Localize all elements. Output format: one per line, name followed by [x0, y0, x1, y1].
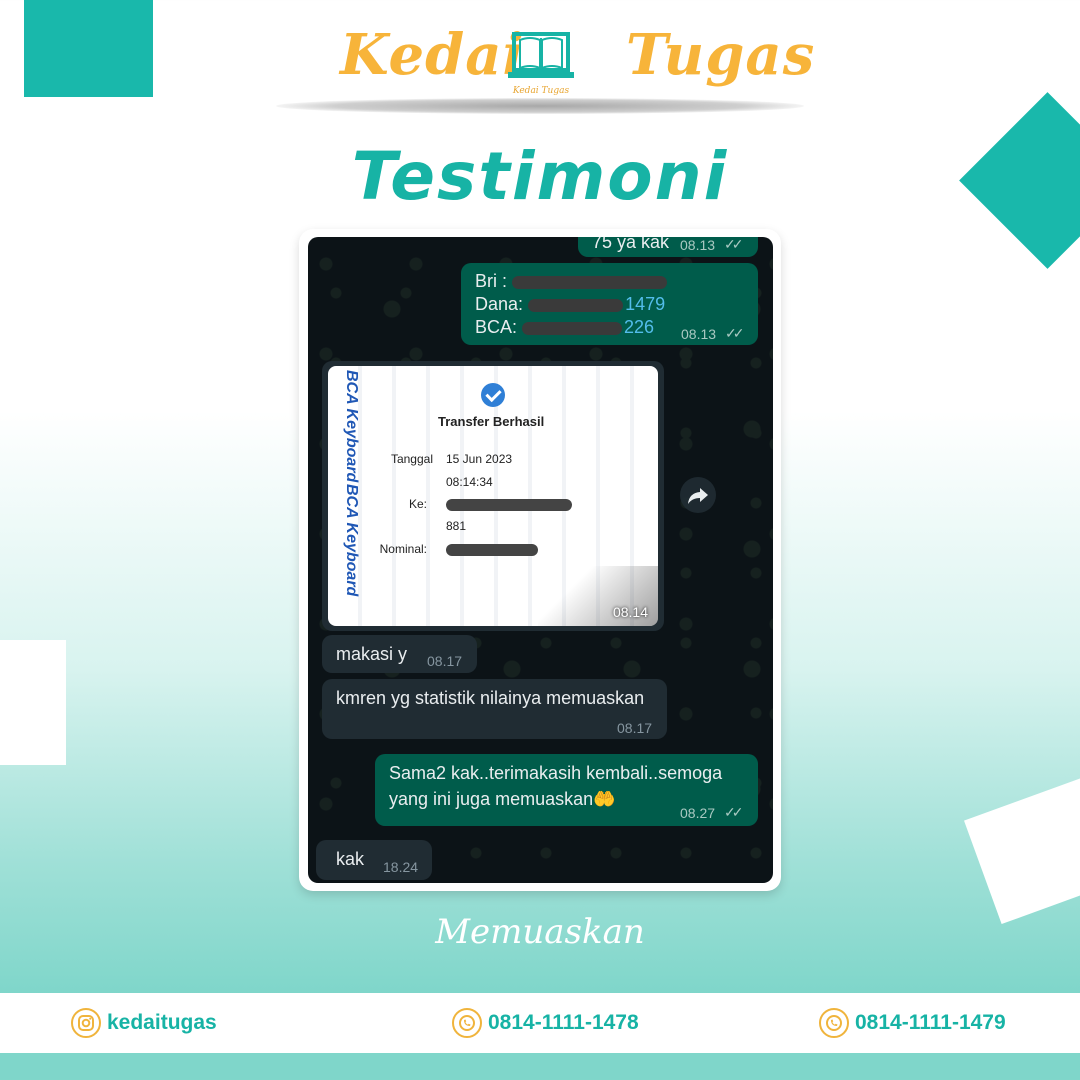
message-bubble-out: Sama2 kak..terimakasih kembali..semoga y…: [375, 754, 758, 826]
whatsapp-icon: [452, 1008, 482, 1038]
message-bubble-in: makasi y 08.17: [322, 635, 477, 673]
brand-word-right: Tugas: [626, 22, 816, 88]
message-text: kak: [336, 849, 365, 869]
brand-header: Kedai Kedai Tugas Tugas: [0, 22, 1080, 102]
receipt-date-label: Tanggal: [390, 452, 433, 466]
page-title: Testimoni: [351, 138, 729, 215]
receipt-to-value: [446, 497, 572, 511]
brand-word-left: Kedai: [340, 22, 525, 88]
receipt-account-value: 881: [446, 519, 466, 533]
whatsapp-icon: [819, 1008, 849, 1038]
decor-white-block: [0, 640, 66, 765]
receipt-to-label: Ke:: [408, 497, 427, 511]
account-prefix: 881: [446, 519, 467, 533]
transfer-receipt-image: BCA Keyboard BCA Keyboard Transfer Berha…: [328, 366, 658, 626]
redacted-amount: [446, 543, 538, 556]
brand-shadow: [276, 98, 804, 114]
message-time: 08.13: [681, 326, 717, 342]
whatsapp-number-1: 0814-1111-1478: [488, 1011, 639, 1034]
receipt-title: Transfer Berhasil: [438, 414, 545, 429]
message-time: 18.24: [383, 859, 419, 875]
message-bubble-in: kmren yg statistik nilainya memuaskan 08…: [322, 679, 667, 739]
forward-icon[interactable]: [680, 477, 716, 513]
message-text: 75 ya kak: [592, 237, 670, 252]
message-time: 08.13: [680, 237, 716, 253]
instagram-link[interactable]: kedaitugas: [71, 1008, 217, 1038]
message-time: 08.17: [427, 653, 463, 669]
logo-caption: Kedai Tugas: [512, 86, 570, 96]
instagram-icon: [71, 1008, 101, 1038]
redacted-recipient: [446, 498, 572, 511]
message-time: 08.27: [680, 805, 716, 821]
payment-line-dana: Dana: 1479: [475, 293, 665, 316]
message-text: makasi y: [336, 644, 408, 664]
instagram-handle: kedaitugas: [107, 1011, 217, 1034]
phone-link[interactable]: 1479: [625, 294, 665, 314]
footer-bar: kedaitugas 0814-1111-1478 0814-1111-1479: [0, 993, 1080, 1053]
whatsapp-link-2[interactable]: 0814-1111-1479: [819, 1008, 1006, 1038]
bca-label: BCA:: [475, 317, 518, 337]
receipt-amount-value: [446, 542, 538, 556]
payment-line-bri: Bri :: [475, 270, 668, 293]
dana-label: Dana:: [475, 294, 524, 314]
receipt-amount-label: Nominal:: [379, 542, 427, 556]
redacted-dana-number: [528, 298, 624, 312]
receipt-time-value: 08:14:34: [446, 475, 493, 489]
payment-line-bca: BCA: 226: [475, 316, 654, 339]
decor-white-tilted-block: [964, 765, 1080, 925]
message-text-line2: yang ini juga memuaskan🤲: [389, 789, 616, 809]
redacted-bri-number: [512, 275, 668, 289]
read-ticks-icon: ✓✓: [724, 237, 744, 252]
message-time: 08.17: [617, 720, 653, 736]
read-ticks-icon: ✓✓: [725, 325, 745, 341]
message-bubble-out: Bri : Dana: 1479 BCA: 226 08.13 ✓✓: [461, 263, 758, 345]
redacted-bca-number: [522, 321, 623, 335]
account-link[interactable]: 226: [624, 317, 654, 337]
whatsapp-number-2: 0814-1111-1479: [855, 1011, 1006, 1034]
caption: Memuaskan: [435, 912, 645, 952]
message-text-line1: Sama2 kak..terimakasih kembali..semoga: [389, 763, 723, 783]
check-circle-icon: [481, 383, 505, 407]
receipt-date-value: 15 Jun 2023: [446, 452, 513, 466]
whatsapp-link-1[interactable]: 0814-1111-1478: [452, 1008, 639, 1038]
image-message[interactable]: BCA Keyboard BCA Keyboard Transfer Berha…: [322, 361, 664, 631]
message-text: kmren yg statistik nilainya memuaskan: [336, 688, 645, 708]
message-bubble-in: kak 18.24: [316, 840, 432, 880]
message-time: 08.14: [612, 604, 648, 620]
message-bubble-out: 75 ya kak 08.13 ✓✓: [578, 237, 758, 257]
read-ticks-icon: ✓✓: [724, 804, 744, 820]
bri-label: Bri :: [475, 271, 508, 291]
chat-screenshot: 75 ya kak 08.13 ✓✓ Bri : Dana: 1479 BCA:…: [308, 237, 773, 883]
